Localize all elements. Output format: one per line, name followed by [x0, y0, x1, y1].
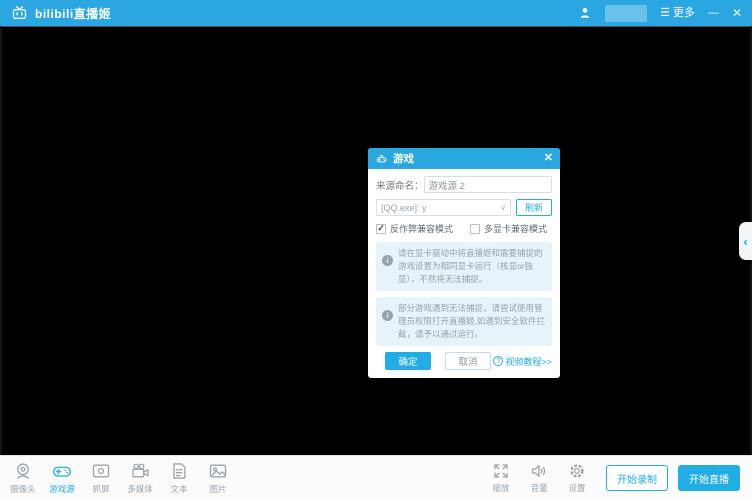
process-select[interactable]: [QQ.exe]: y ∨: [376, 199, 511, 216]
source-text-label: 文本: [170, 483, 187, 495]
chevron-left-icon: ‹: [743, 235, 747, 248]
gamepad-icon: [375, 153, 388, 164]
source-buttons: 摄像头 游戏源 抓屏: [8, 461, 233, 495]
anticheat-checkbox-group[interactable]: ✓ 反作弊兼容模式: [376, 222, 453, 235]
multigpu-checkbox-group[interactable]: 多显卡兼容模式: [470, 222, 547, 235]
more-menu-label: 更多: [673, 8, 695, 19]
resize-tool[interactable]: 缩放: [488, 462, 514, 494]
volume-tool-label: 音量: [530, 482, 547, 494]
more-menu-button[interactable]: ☰ 更多: [660, 8, 695, 19]
source-media-label: 多媒体: [127, 483, 153, 495]
minimize-icon: —: [708, 8, 719, 19]
info-icon: i: [382, 255, 393, 266]
image-icon: [208, 461, 228, 481]
dialog-title: 游戏: [393, 151, 539, 166]
volume-icon: [530, 462, 548, 480]
settings-tool[interactable]: 设置: [564, 462, 590, 494]
info-icon: i: [382, 310, 393, 321]
app-window: bilibili直播姬 ☰ 更多 — ✕ ‹: [0, 0, 752, 500]
cancel-button[interactable]: 取消: [445, 352, 491, 370]
screen-capture-icon: [91, 461, 111, 481]
video-tutorial-label: 视频教程>>: [505, 355, 552, 368]
source-image-label: 图片: [209, 483, 226, 495]
chevron-down-icon: ∨: [500, 203, 506, 212]
source-text[interactable]: 文本: [164, 461, 194, 495]
settings-tool-label: 设置: [568, 482, 585, 494]
resize-icon: [492, 462, 510, 480]
checkbox-unchecked-icon[interactable]: [470, 224, 480, 234]
panel-toggle[interactable]: ‹: [739, 222, 752, 260]
game-source-dialog: 游戏 ✕ 来源命名： [QQ.exe]: y ∨ 刷新 ✓ 反作弊兼容模式: [368, 148, 560, 378]
question-icon: ?: [493, 356, 503, 366]
source-game[interactable]: 游戏源: [47, 461, 77, 495]
process-select-value: [QQ.exe]: y: [381, 203, 500, 213]
source-screen-capture[interactable]: 抓屏: [86, 461, 116, 495]
info-box-gpu: i 请在显卡驱动中将直播姬和需要捕捉的游戏设置为相同显卡运行（核显or独显），不…: [376, 242, 552, 291]
checkbox-checked-icon[interactable]: ✓: [376, 224, 386, 234]
source-name-input[interactable]: [424, 176, 552, 193]
volume-tool[interactable]: 音量: [526, 462, 552, 494]
bottom-toolbar: 摄像头 游戏源 抓屏: [0, 455, 752, 500]
start-stream-button[interactable]: 开始直播: [678, 465, 740, 491]
resize-tool-label: 缩放: [492, 482, 509, 494]
bilibili-tv-icon: [10, 5, 29, 21]
multigpu-checkbox-label: 多显卡兼容模式: [484, 222, 547, 235]
info-text-admin: 部分游戏遇到无法捕捉，请尝试使用管理员权限打开直播姬,如遇到安全软件拦截，请予以…: [398, 302, 546, 341]
close-icon: ✕: [732, 7, 742, 19]
minimize-button[interactable]: —: [708, 8, 719, 19]
dialog-header: 游戏 ✕: [368, 148, 560, 169]
source-webcam-label: 摄像头: [10, 483, 36, 495]
gamepad-icon: [52, 461, 72, 481]
media-icon: [130, 461, 150, 481]
refresh-button[interactable]: 刷新: [516, 199, 552, 216]
source-image[interactable]: 图片: [203, 461, 233, 495]
dialog-body: 来源命名： [QQ.exe]: y ∨ 刷新 ✓ 反作弊兼容模式 多显卡兼容模式: [368, 169, 560, 378]
webcam-icon: [13, 461, 33, 481]
dialog-close-icon[interactable]: ✕: [544, 153, 553, 164]
source-webcam[interactable]: 摄像头: [8, 461, 38, 495]
tool-buttons: 缩放 音量 设置: [488, 462, 590, 494]
source-name-label: 来源命名：: [376, 178, 424, 192]
anticheat-checkbox-label: 反作弊兼容模式: [390, 222, 453, 235]
video-tutorial-link[interactable]: ? 视频教程>>: [493, 355, 552, 368]
user-icon[interactable]: [578, 6, 592, 20]
settings-icon: [568, 462, 586, 480]
source-media[interactable]: 多媒体: [125, 461, 155, 495]
confirm-button[interactable]: 确定: [385, 352, 431, 370]
source-screen-label: 抓屏: [92, 483, 109, 495]
start-record-button[interactable]: 开始录制: [606, 465, 668, 491]
username-box[interactable]: [605, 5, 647, 22]
menu-icon: ☰: [660, 8, 670, 19]
app-logo: bilibili直播姬: [10, 5, 111, 22]
info-box-admin: i 部分游戏遇到无法捕捉，请尝试使用管理员权限打开直播姬,如遇到安全软件拦截，请…: [376, 297, 552, 346]
info-text-gpu: 请在显卡驱动中将直播姬和需要捕捉的游戏设置为相同显卡运行（核显or独显），不然将…: [398, 247, 546, 286]
app-title: bilibili直播姬: [35, 5, 111, 22]
titlebar: bilibili直播姬 ☰ 更多 — ✕: [0, 0, 752, 26]
text-icon: [169, 461, 189, 481]
close-button[interactable]: ✕: [732, 7, 742, 19]
source-game-label: 游戏源: [49, 483, 75, 495]
